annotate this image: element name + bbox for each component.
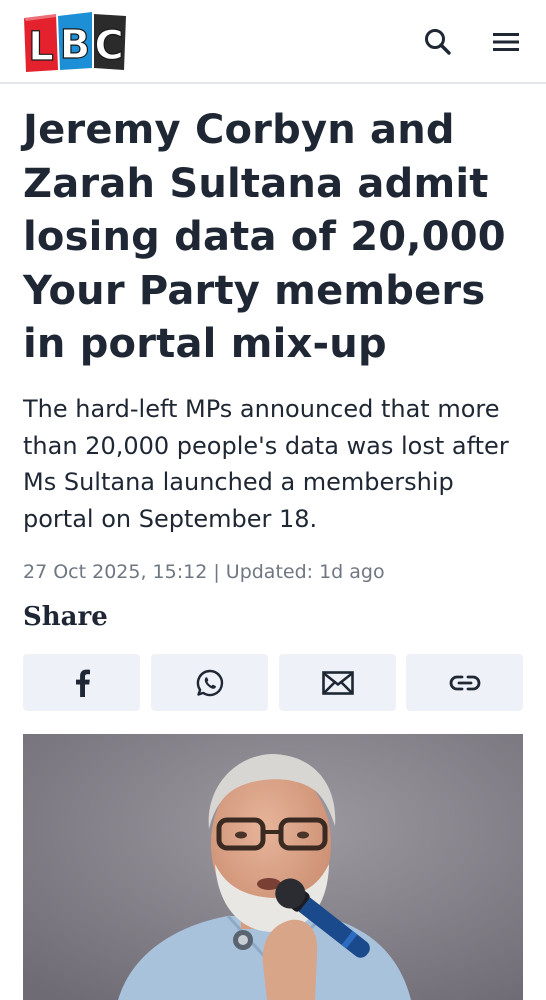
article-headline: Jeremy Corbyn and Zarah Sultana admit lo… [23,107,506,367]
hamburger-menu-icon [493,33,519,51]
article-meta: 27 Oct 2025, 15:12 | Updated: 1d ago [23,559,528,585]
facebook-icon [75,669,90,697]
svg-text:B: B [60,22,91,68]
share-facebook-button[interactable] [23,654,140,711]
copy-link-button[interactable] [406,654,523,711]
search-button[interactable] [418,22,458,62]
search-icon [425,29,451,55]
lbc-logo-graphic: L B C [24,12,126,72]
logo-text: LBC [22,72,23,73]
updated-timestamp: Updated: 1d ago [225,561,385,583]
share-buttons [23,654,523,711]
menu-button[interactable] [486,22,526,62]
top-bar: L B C LBC [0,0,546,84]
article-standfirst: The hard-left MPs announced that more th… [23,395,509,533]
svg-text:L: L [28,24,54,70]
speaker-with-microphone-illustration [23,734,523,1000]
published-timestamp: 27 Oct 2025, 15:12 [23,561,208,583]
share-whatsapp-button[interactable] [151,654,268,711]
meta-separator: | [207,561,226,583]
svg-text:C: C [94,23,123,69]
whatsapp-icon [196,669,223,696]
article-hero-image[interactable] [23,734,523,1000]
email-icon [321,670,354,695]
copy-link-icon [449,675,480,690]
share-email-button[interactable] [279,654,396,711]
lbc-logo[interactable]: L B C LBC [22,12,130,72]
share-heading: Share [23,602,108,632]
